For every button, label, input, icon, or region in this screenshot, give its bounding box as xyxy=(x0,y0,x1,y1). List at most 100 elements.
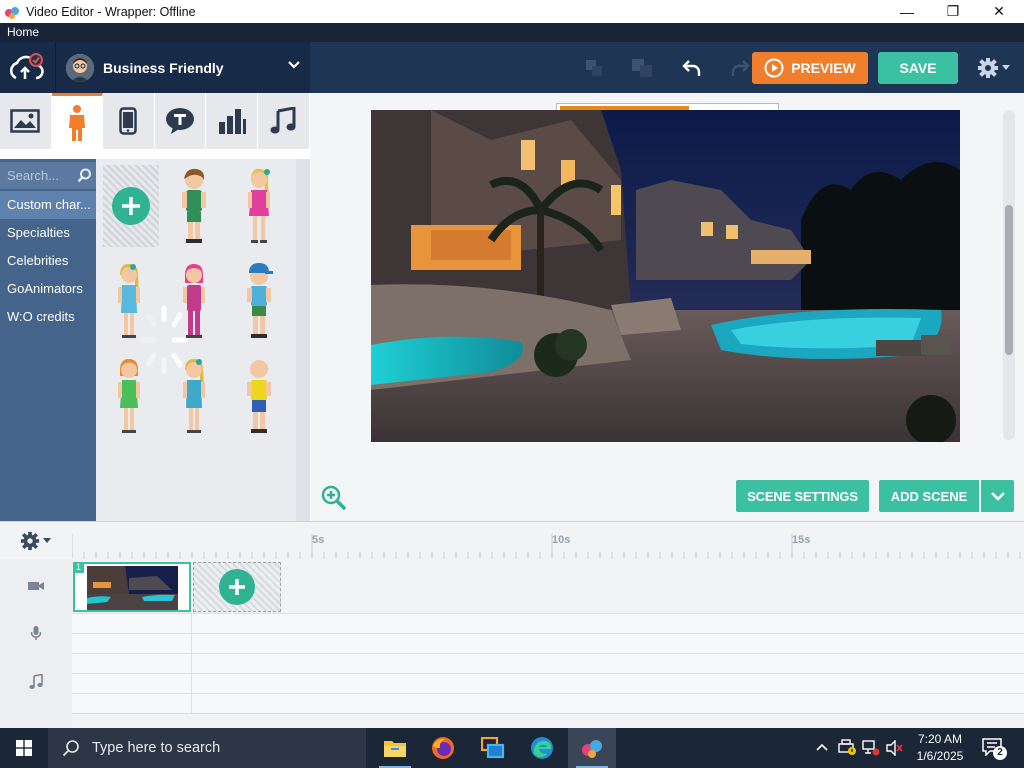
minimize-icon: — xyxy=(900,3,914,20)
taskbar-firefox[interactable] xyxy=(419,728,467,768)
asset-search[interactable] xyxy=(0,162,96,189)
background-scene-image xyxy=(371,110,960,442)
zoom-in-icon[interactable] xyxy=(320,484,346,510)
windows-logo-icon xyxy=(16,740,32,756)
network-icon[interactable] xyxy=(862,740,880,756)
bring-forward-button[interactable] xyxy=(618,42,666,93)
printer-warning-icon[interactable] xyxy=(838,739,856,755)
menu-home[interactable]: Home xyxy=(7,25,39,39)
character-thumbnail[interactable] xyxy=(166,165,222,247)
track-voice-1 xyxy=(72,614,1024,634)
add-scene-dropdown-button[interactable] xyxy=(981,480,1014,512)
chevron-down-icon xyxy=(990,492,1005,501)
category-goanimators[interactable]: GoAnimators xyxy=(0,275,96,303)
tab-backgrounds[interactable] xyxy=(0,93,52,149)
windows-taskbar: Type here to search 7:20 AM 1/6/2025 2 xyxy=(0,728,1024,768)
cloud-upload-icon[interactable] xyxy=(7,52,45,84)
save-button[interactable]: SAVE xyxy=(878,52,958,84)
scene-settings-button[interactable]: SCENE SETTINGS xyxy=(736,480,869,512)
add-custom-character-button[interactable] xyxy=(103,165,159,247)
asset-tabs xyxy=(0,93,310,149)
menu-strip: Home xyxy=(0,23,1024,42)
track-music-3 xyxy=(72,694,1024,714)
tab-text[interactable] xyxy=(155,93,207,149)
scene-number: 1 xyxy=(73,562,84,573)
character-figure xyxy=(183,264,205,338)
add-scene-button[interactable]: ADD SCENE xyxy=(879,480,979,512)
asset-search-input[interactable] xyxy=(7,168,73,183)
chevron-down-icon xyxy=(288,61,300,69)
tab-sounds[interactable] xyxy=(258,93,310,149)
character-thumbnail[interactable] xyxy=(166,260,222,342)
taskbar-file-explorer[interactable] xyxy=(371,728,419,768)
character-figure xyxy=(247,360,271,433)
stage-scrollbar[interactable] xyxy=(1003,110,1015,440)
tab-characters[interactable] xyxy=(51,93,104,149)
close-button[interactable]: ✕ xyxy=(976,0,1022,23)
speech-bubble-icon xyxy=(166,108,195,134)
taskbar-search-placeholder: Type here to search xyxy=(92,740,221,756)
restore-icon: ❐ xyxy=(946,3,960,19)
clock-date: 1/6/2025 xyxy=(916,749,964,763)
character-figure xyxy=(182,168,206,243)
bar-chart-icon xyxy=(218,109,246,134)
preview-label: PREVIEW xyxy=(791,60,856,76)
asset-tabs-divider xyxy=(0,149,310,159)
bring-forward-icon xyxy=(632,58,652,77)
character-thumbnail[interactable] xyxy=(101,355,157,437)
category-wo-credits[interactable]: W:O credits xyxy=(0,303,96,331)
microphone-icon xyxy=(30,626,42,640)
caret-down-icon xyxy=(1001,65,1010,70)
maximize-button[interactable]: ❐ xyxy=(930,0,976,23)
window-stack-icon xyxy=(481,737,505,759)
ruler-label-10s: 10s xyxy=(552,534,571,546)
taskbar-search[interactable]: Type here to search xyxy=(48,728,366,768)
theme-selector[interactable]: Business Friendly xyxy=(55,42,310,93)
phone-icon xyxy=(119,107,138,135)
folder-icon xyxy=(384,741,406,757)
track-music-2 xyxy=(72,674,1024,694)
video-camera-icon xyxy=(28,582,44,590)
category-specialties[interactable]: Specialties xyxy=(0,219,96,247)
character-grid-scrollbar[interactable] xyxy=(296,159,310,521)
taskbar-edge[interactable] xyxy=(518,728,566,768)
timeline-settings-button[interactable] xyxy=(20,531,54,551)
gear-icon xyxy=(20,531,40,551)
minimize-button[interactable]: — xyxy=(884,0,930,23)
scene-thumbnail[interactable]: 1 xyxy=(73,562,191,612)
settings-menu-button[interactable] xyxy=(972,54,1014,82)
character-figure xyxy=(247,263,273,338)
undo-button[interactable] xyxy=(668,42,716,93)
close-icon: ✕ xyxy=(993,3,1005,19)
tab-charts[interactable] xyxy=(206,93,258,149)
edge-icon xyxy=(531,737,553,759)
taskbar-app-blue[interactable] xyxy=(469,728,517,768)
editor-toolbar: Business Friendly PREVIEW SAVE xyxy=(0,42,1024,93)
preview-button[interactable]: PREVIEW xyxy=(752,52,868,84)
add-scene-slot[interactable] xyxy=(193,562,281,612)
character-thumbnail[interactable] xyxy=(231,260,287,342)
taskbar-wrapper-offline[interactable] xyxy=(568,728,616,768)
start-button[interactable] xyxy=(0,728,48,768)
send-backward-button[interactable] xyxy=(570,42,618,93)
music-note-icon xyxy=(270,107,296,134)
tab-props[interactable] xyxy=(103,93,155,149)
category-custom-characters[interactable]: Custom char... xyxy=(0,191,96,219)
search-icon[interactable] xyxy=(77,168,92,183)
music-note-icon xyxy=(29,674,43,689)
volume-muted-icon[interactable] xyxy=(886,740,904,756)
chevron-up-icon[interactable] xyxy=(816,742,828,752)
category-celebrities[interactable]: Celebrities xyxy=(0,247,96,275)
stage-canvas[interactable] xyxy=(371,110,960,442)
character-thumbnail[interactable] xyxy=(166,355,222,437)
character-thumbnail[interactable] xyxy=(231,165,287,247)
save-label: SAVE xyxy=(899,60,937,76)
track-voice-2 xyxy=(72,634,1024,654)
notification-center-button[interactable]: 2 xyxy=(980,736,1010,762)
ruler-label-5s: 5s xyxy=(312,534,325,546)
stage-scrollbar-thumb[interactable] xyxy=(1005,205,1013,355)
timeline-ruler[interactable] xyxy=(72,522,1024,559)
character-thumbnail[interactable] xyxy=(231,355,287,437)
notification-badge: 2 xyxy=(993,746,1007,760)
taskbar-clock[interactable]: 7:20 AM 1/6/2025 xyxy=(912,731,968,765)
